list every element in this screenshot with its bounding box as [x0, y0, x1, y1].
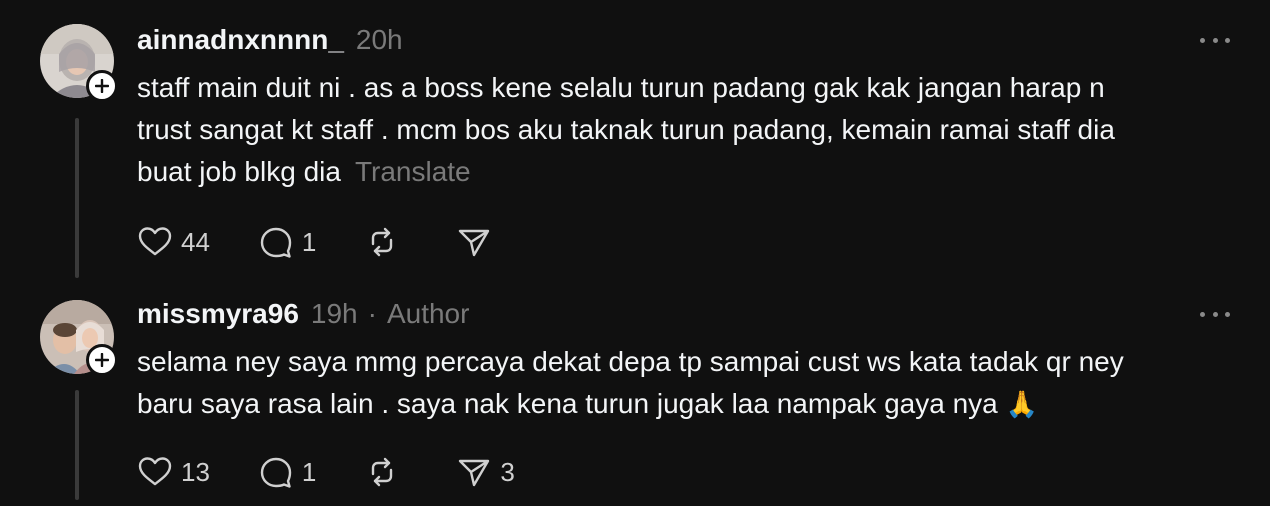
comment-header: ainnadnxnnnn_ 20h	[137, 24, 403, 56]
comment-text-fragment: buat job blkg dia	[137, 156, 341, 187]
heart-icon	[138, 457, 172, 486]
follow-plus-icon	[95, 79, 109, 93]
comment-icon	[260, 227, 292, 258]
reply-count: 1	[301, 456, 317, 487]
repost-icon	[372, 457, 393, 487]
thread-line	[75, 390, 79, 500]
reply-button[interactable]: 1	[258, 452, 316, 492]
thread-line	[75, 118, 79, 278]
comment-text-line: buat job blkg dia Translate	[137, 151, 1237, 193]
timestamp[interactable]: 19h	[311, 298, 358, 330]
action-bar: 44 1	[137, 222, 500, 262]
like-button[interactable]: 13	[137, 452, 210, 492]
username[interactable]: ainnadnxnnnn_	[137, 24, 344, 56]
repost-button[interactable]	[364, 222, 408, 262]
more-options-button[interactable]	[1200, 30, 1230, 50]
follow-button[interactable]	[86, 344, 118, 376]
more-icon-dot	[1225, 37, 1230, 43]
action-bar: 13 1 3	[137, 452, 515, 492]
share-icon	[459, 459, 490, 487]
share-icon	[459, 229, 490, 257]
share-button[interactable]	[456, 222, 500, 262]
more-icon-dot	[1225, 311, 1230, 317]
heart-icon	[138, 227, 172, 256]
comment-icon	[260, 457, 292, 488]
author-tag: Author	[386, 298, 470, 329]
follow-button[interactable]	[86, 70, 118, 102]
repost-icon	[372, 227, 393, 257]
comment-body: selama ney saya mmg percaya dekat depa t…	[137, 341, 1237, 425]
more-options-button[interactable]	[1200, 304, 1230, 324]
comment-text-line: selama ney saya mmg percaya dekat depa t…	[137, 346, 1124, 377]
comment-header: missmyra96 19h · Author	[137, 298, 469, 330]
separator-dot: ·	[367, 298, 377, 329]
comment-2: missmyra96 19h · Author selama ney saya …	[0, 290, 1270, 506]
comment-1: ainnadnxnnnn_ 20h staff main duit ni . a…	[0, 0, 1270, 290]
share-button[interactable]: 3	[456, 452, 515, 492]
comment-text-line: trust sangat kt staff . mcm bos aku takn…	[137, 114, 1115, 145]
more-icon	[1200, 311, 1205, 317]
comment-body: staff main duit ni . as a boss kene sela…	[137, 67, 1237, 193]
reply-button[interactable]: 1	[258, 222, 316, 262]
reply-count: 1	[301, 226, 317, 257]
translate-link[interactable]: Translate	[355, 156, 471, 187]
like-count: 44	[181, 226, 210, 257]
comment-text-line: baru saya rasa lain . saya nak kena turu…	[137, 383, 1237, 425]
more-icon-dot	[1212, 37, 1218, 43]
more-icon	[1200, 37, 1205, 43]
praying-hands-emoji: 🙏	[1005, 389, 1038, 419]
username[interactable]: missmyra96	[137, 298, 299, 330]
timestamp[interactable]: 20h	[356, 24, 403, 56]
comment-text-fragment: baru saya rasa lain . saya nak kena turu…	[137, 388, 998, 419]
more-icon-dot	[1212, 311, 1218, 317]
comment-text-line: staff main duit ni . as a boss kene sela…	[137, 72, 1105, 103]
follow-plus-icon	[95, 353, 109, 367]
like-count: 13	[181, 456, 210, 487]
repost-button[interactable]	[364, 452, 408, 492]
share-count: 3	[500, 456, 515, 487]
like-button[interactable]: 44	[137, 222, 210, 262]
